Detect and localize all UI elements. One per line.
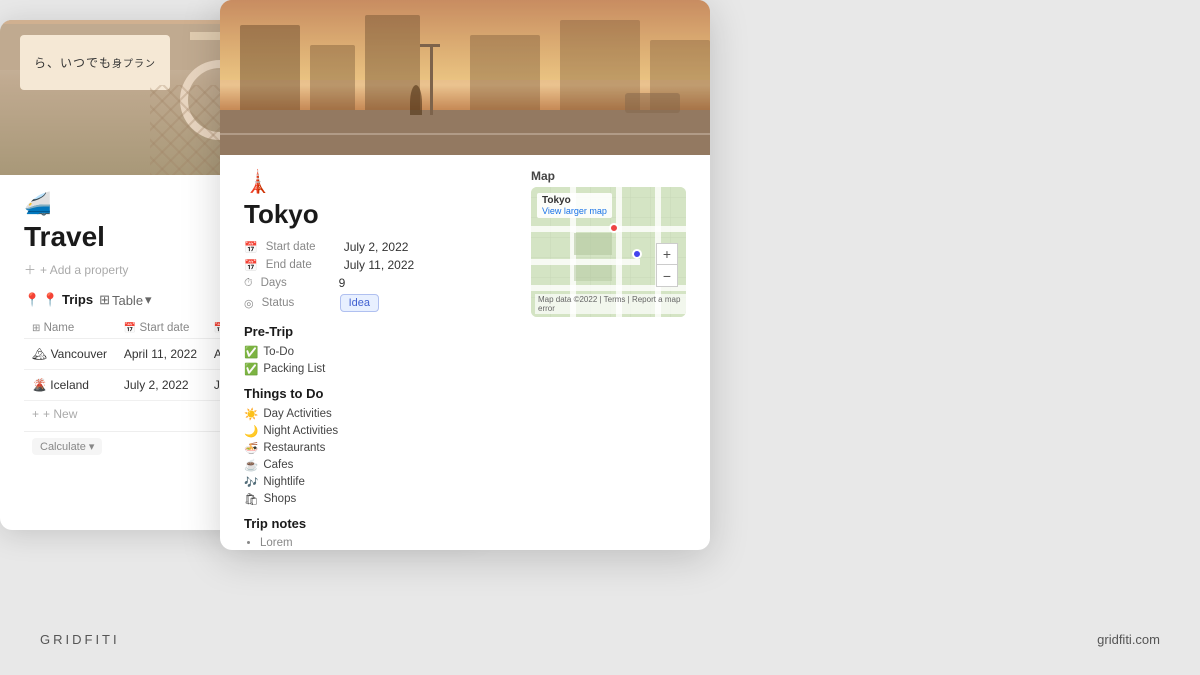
tokyo-title: Tokyo xyxy=(244,199,515,230)
pre-trip-list: ✅ To-Do ✅ Packing List xyxy=(244,345,515,376)
row-start: April 11, 2022 xyxy=(116,339,206,370)
trip-notes-list: Lorem Lorem xyxy=(244,537,515,550)
zoom-out-button[interactable]: − xyxy=(656,265,678,287)
table-label: Table xyxy=(112,293,143,308)
brand-left: GRIDFITI xyxy=(40,632,120,647)
status-badge: Idea xyxy=(340,294,379,312)
tokyo-hero xyxy=(220,0,710,155)
japanese-sign: ら、いつでも 身プラン xyxy=(20,35,170,90)
table-icon: ⊞ xyxy=(99,292,110,308)
row-name: 🌋 Iceland xyxy=(24,370,116,401)
chevron-down-icon: ▾ xyxy=(145,292,152,308)
plus-icon: ＋ xyxy=(24,261,36,278)
list-item: ☀️ Day Activities xyxy=(244,407,515,421)
view-type[interactable]: ⊞ Table ▾ xyxy=(99,292,152,308)
list-item: 🍜 Restaurants xyxy=(244,441,515,455)
row-start: July 2, 2022 xyxy=(116,370,206,401)
tokyo-meta: 📅 Start date July 2, 2022 📅 End date Jul… xyxy=(244,240,515,312)
trips-label: 📍 Trips xyxy=(42,292,93,308)
map-link[interactable]: Tokyo View larger map xyxy=(537,193,612,218)
list-item: ✅ To-Do xyxy=(244,345,515,359)
list-item: ☕ Cafes xyxy=(244,458,515,472)
list-item: ✅ Packing List xyxy=(244,362,515,376)
trip-notes-title: Trip notes xyxy=(244,516,515,531)
pre-trip-title: Pre-Trip xyxy=(244,324,515,339)
things-to-do-list: ☀️ Day Activities 🌙 Night Activities 🍜 R… xyxy=(244,407,515,506)
trips-emoji: 📍 xyxy=(24,292,40,308)
tokyo-content: 🗼 Tokyo 📅 Start date July 2, 2022 📅 End … xyxy=(220,155,710,550)
row-name: 🏔 Vancouver xyxy=(24,339,116,370)
list-item: 🎶 Nightlife xyxy=(244,475,515,489)
map-container[interactable]: Tokyo View larger map + − Map data ©2022… xyxy=(531,187,686,317)
calculate-button[interactable]: Calculate ▾ xyxy=(32,438,102,455)
plus-icon: + xyxy=(32,407,39,421)
things-to-do-title: Things to Do xyxy=(244,386,515,401)
tokyo-card: 🗼 Tokyo 📅 Start date July 2, 2022 📅 End … xyxy=(220,0,710,550)
col-name: ⊞ Name xyxy=(24,318,116,339)
map-title: Map xyxy=(531,169,686,183)
zoom-in-button[interactable]: + xyxy=(656,243,678,265)
list-item: Lorem xyxy=(260,537,515,549)
map-zoom-controls[interactable]: + − xyxy=(656,243,678,287)
col-start-date: 📅 Start date xyxy=(116,318,206,339)
map-column: Map xyxy=(531,169,686,317)
brand-right: gridfiti.com xyxy=(1097,632,1160,647)
list-item: 🛍 Shops xyxy=(244,492,515,506)
tokyo-emoji: 🗼 xyxy=(244,169,515,195)
list-item: 🌙 Night Activities xyxy=(244,424,515,438)
map-watermark: Map data ©2022 | Terms | Report a map er… xyxy=(535,294,686,314)
